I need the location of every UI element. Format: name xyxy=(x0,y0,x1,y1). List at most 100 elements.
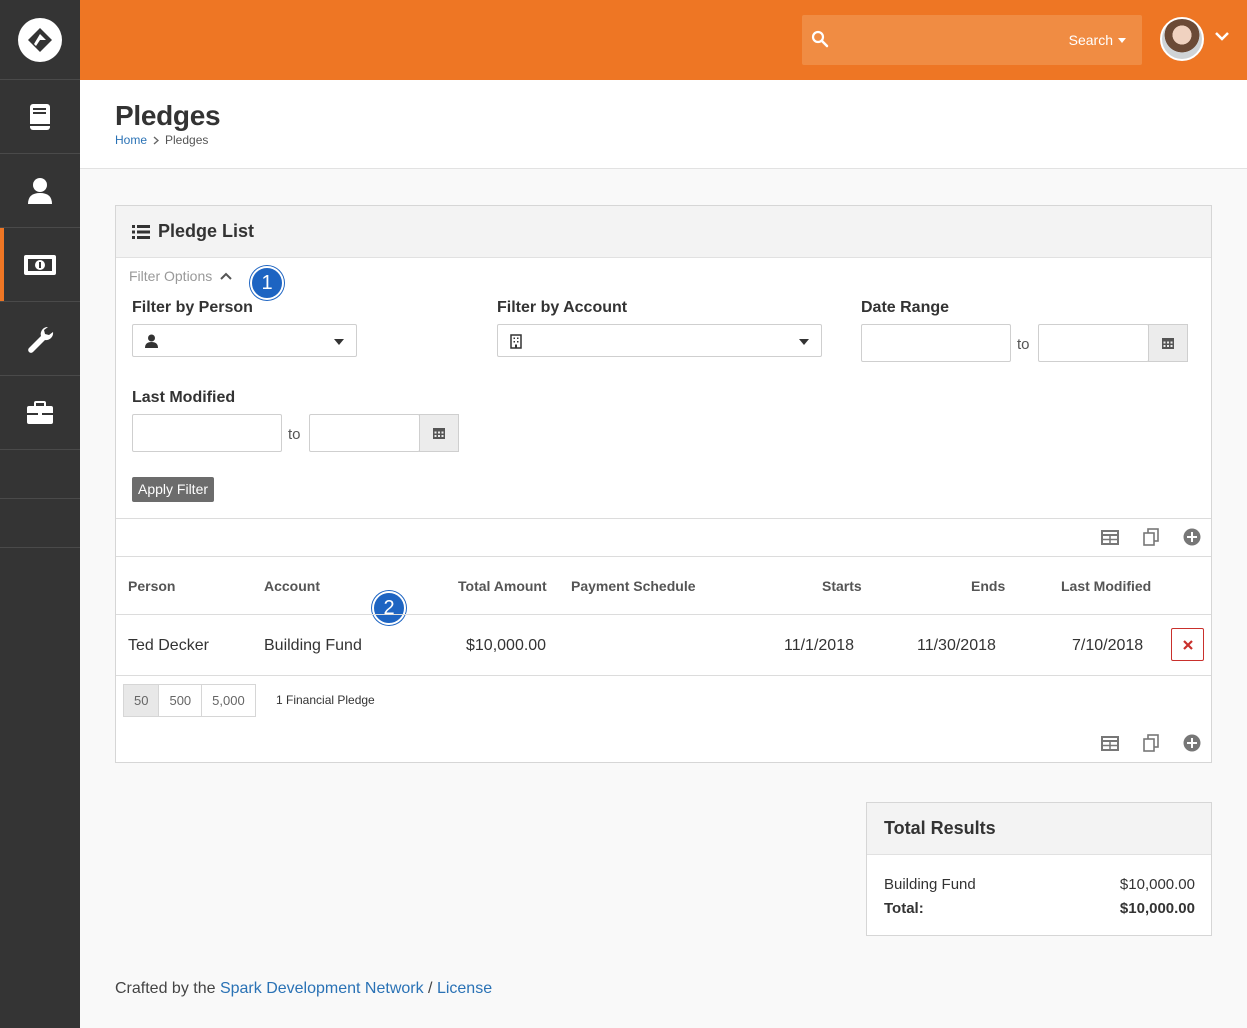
grand-total-row: Total: $10,000.00 xyxy=(884,900,1195,917)
page-header: Pledges Home Pledges xyxy=(80,80,1247,169)
sidebar-item-admin-tools[interactable] xyxy=(0,302,80,376)
panel-title: Pledge List xyxy=(158,221,255,241)
page-size-option[interactable]: 500 xyxy=(158,684,203,717)
add-icon[interactable] xyxy=(1183,528,1201,546)
rock-logo-icon xyxy=(18,17,62,62)
search-type-label: Search xyxy=(1068,32,1113,48)
pledge-list-panel: Pledge List Filter Options 1 Filter by P… xyxy=(115,205,1212,763)
close-icon xyxy=(1182,639,1193,650)
divider xyxy=(116,675,1211,676)
date-range-end-input[interactable] xyxy=(1038,324,1149,362)
caret-down-icon xyxy=(799,339,809,345)
briefcase-icon xyxy=(27,400,53,424)
footer-separator: / xyxy=(428,980,433,997)
merge-template-icon[interactable] xyxy=(1143,528,1159,546)
date-range-calendar-button[interactable] xyxy=(1148,324,1188,362)
last-modified-end-input[interactable] xyxy=(309,414,420,452)
last-modified-label: Last Modified xyxy=(132,389,236,406)
wrench-icon xyxy=(28,326,54,353)
date-range-label: Date Range xyxy=(861,299,950,316)
breadcrumb-home[interactable]: Home xyxy=(115,133,147,147)
filter-account-label: Filter by Account xyxy=(497,299,628,316)
apply-filter-button[interactable]: Apply Filter xyxy=(132,477,215,502)
search-input[interactable]: Search xyxy=(802,15,1142,65)
filter-person-picker[interactable] xyxy=(132,324,357,357)
annotation-badge-2: 2 xyxy=(372,591,406,625)
sidebar-item-people[interactable] xyxy=(0,154,80,228)
breadcrumb: Home Pledges xyxy=(115,133,208,147)
grid-actions-bottom xyxy=(1101,734,1201,752)
avatar[interactable] xyxy=(1160,17,1204,61)
total-results-title: Total Results xyxy=(867,803,1211,855)
add-icon[interactable] xyxy=(1183,734,1201,752)
panel-heading: Pledge List xyxy=(116,206,1211,258)
license-link[interactable]: License xyxy=(437,980,492,997)
column-header-total-amount[interactable]: Total Amount xyxy=(458,578,547,594)
sidebar xyxy=(0,0,80,1028)
filter-options-toggle[interactable]: Filter Options xyxy=(129,268,232,284)
caret-down-icon xyxy=(334,339,344,345)
cell-person: Ted Decker xyxy=(128,637,209,654)
column-header-starts[interactable]: Starts xyxy=(822,578,862,594)
sidebar-item-tools[interactable] xyxy=(0,376,80,450)
book-icon xyxy=(30,103,50,130)
money-icon xyxy=(24,254,56,275)
filter-account-picker[interactable] xyxy=(497,324,822,357)
last-modified-calendar-button[interactable] xyxy=(419,414,459,452)
chevron-down-icon[interactable] xyxy=(1214,30,1230,42)
search-icon xyxy=(811,30,829,48)
page-size-option[interactable]: 5,000 xyxy=(201,684,256,717)
divider xyxy=(116,556,1211,557)
date-range-to-label: to xyxy=(1017,336,1030,353)
date-range-start-input[interactable] xyxy=(861,324,1011,362)
result-count: 1 Financial Pledge xyxy=(276,693,375,707)
search-type-dropdown[interactable]: Search xyxy=(1069,32,1126,48)
last-modified-start-input[interactable] xyxy=(132,414,282,452)
sidebar-item-content[interactable] xyxy=(0,80,80,154)
total-results-panel: Total Results Building Fund $10,000.00 T… xyxy=(866,802,1212,936)
rock-logo[interactable] xyxy=(0,0,80,80)
page-size-selector: 50 500 5,000 xyxy=(123,684,256,717)
cell-ends: 11/30/2018 xyxy=(917,637,996,654)
spark-link[interactable]: Spark Development Network xyxy=(220,980,424,997)
filter-options-label: Filter Options xyxy=(129,268,213,284)
grand-total-label: Total: xyxy=(884,900,924,917)
chevron-up-icon xyxy=(220,272,232,280)
column-header-ends[interactable]: Ends xyxy=(971,578,1005,594)
column-header-payment-schedule[interactable]: Payment Schedule xyxy=(571,578,696,594)
footer: Crafted by the Spark Development Network… xyxy=(115,980,492,998)
total-row: Building Fund $10,000.00 xyxy=(884,876,1195,893)
last-modified-to-label: to xyxy=(288,426,301,443)
merge-template-icon[interactable] xyxy=(1143,734,1159,752)
sidebar-blank xyxy=(0,450,80,499)
breadcrumb-current: Pledges xyxy=(165,133,209,147)
excel-export-icon[interactable] xyxy=(1101,529,1119,545)
footer-prefix: Crafted by the xyxy=(115,980,216,997)
cell-last-modified: 7/10/2018 xyxy=(1072,637,1144,654)
delete-button[interactable] xyxy=(1171,628,1204,661)
building-icon xyxy=(510,334,522,349)
calendar-icon xyxy=(1162,338,1174,349)
person-icon xyxy=(145,334,158,348)
page-size-option[interactable]: 50 xyxy=(123,684,160,717)
grid-actions-top xyxy=(1101,528,1201,546)
column-header-last-modified[interactable]: Last Modified xyxy=(1061,578,1151,594)
annotation-badge-1: 1 xyxy=(250,266,284,300)
cell-total-amount: $10,000.00 xyxy=(466,637,547,654)
cell-account: Building Fund xyxy=(264,637,362,654)
sidebar-item-finance[interactable] xyxy=(0,228,80,302)
page-title: Pledges xyxy=(115,100,221,131)
column-header-person[interactable]: Person xyxy=(128,578,175,594)
sidebar-blank xyxy=(0,499,80,548)
excel-export-icon[interactable] xyxy=(1101,735,1119,751)
chevron-right-icon xyxy=(153,135,160,145)
total-row-label: Building Fund xyxy=(884,876,976,893)
total-row-value: $10,000.00 xyxy=(1119,876,1195,893)
caret-down-icon xyxy=(1118,37,1126,43)
calendar-icon xyxy=(433,428,445,439)
filter-person-label: Filter by Person xyxy=(132,299,253,316)
column-header-account[interactable]: Account xyxy=(264,578,320,594)
list-icon xyxy=(132,224,150,239)
divider xyxy=(116,518,1211,519)
person-icon xyxy=(28,177,52,204)
